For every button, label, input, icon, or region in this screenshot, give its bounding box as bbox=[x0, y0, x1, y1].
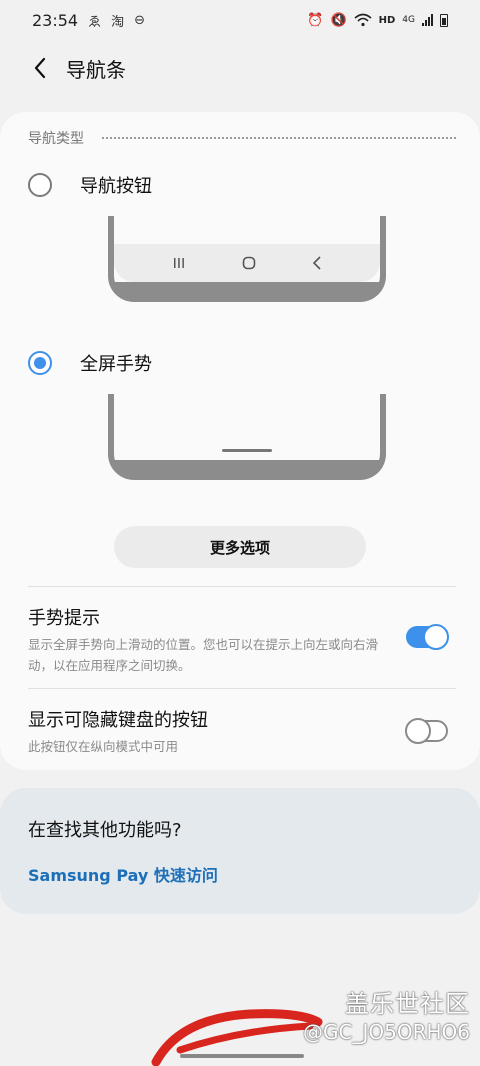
samsung-pay-quick-access-link[interactable]: Samsung Pay 快速访问 bbox=[28, 862, 218, 886]
page-title: 导航条 bbox=[66, 57, 126, 82]
radio-full-screen-gestures[interactable] bbox=[28, 351, 52, 375]
more-options-button[interactable]: 更多选项 bbox=[114, 526, 366, 568]
full-screen-gestures-preview[interactable] bbox=[108, 394, 386, 480]
keyboard-hide-button-toggle[interactable] bbox=[405, 718, 448, 744]
status-time: 23:54 bbox=[32, 10, 79, 30]
taobao-icon: 淘 bbox=[111, 14, 125, 30]
do-not-disturb-icon: ⊖ bbox=[134, 12, 146, 28]
watermark-username: @GC_JO5ORHO6 bbox=[303, 1020, 470, 1044]
section-label: 导航类型 bbox=[28, 131, 84, 147]
navigation-buttons-preview[interactable] bbox=[108, 216, 386, 302]
option-label-navigation-buttons: 导航按钮 bbox=[80, 176, 152, 197]
gesture-hint-bar bbox=[222, 449, 272, 452]
back-arrow-icon bbox=[34, 57, 46, 79]
setting-gesture-hint[interactable]: 手势提示 显示全屏手势向上滑动的位置。您也可以在提示上向左或向右滑动，以在应用程… bbox=[28, 604, 456, 676]
app-header: 导航条 bbox=[0, 44, 480, 92]
home-indicator[interactable] bbox=[180, 1054, 304, 1058]
wifi-icon bbox=[354, 13, 372, 27]
preview-nav-bar bbox=[114, 244, 380, 282]
signal-icon bbox=[422, 14, 433, 26]
setting-title-gesture-hint: 手势提示 bbox=[28, 608, 100, 629]
option-full-screen-gestures[interactable]: 全屏手势 bbox=[28, 350, 152, 376]
radio-navigation-buttons[interactable] bbox=[28, 173, 52, 197]
divider bbox=[28, 688, 456, 689]
divider bbox=[28, 586, 456, 587]
battery-icon bbox=[440, 13, 448, 27]
home-icon bbox=[242, 256, 256, 270]
back-nav-icon bbox=[312, 256, 321, 270]
setting-desc-keyboard-hide-button: 此按钮仅在纵向模式中可用 bbox=[28, 739, 179, 754]
section-divider bbox=[102, 137, 456, 139]
gesture-hint-toggle[interactable] bbox=[406, 624, 449, 650]
suggestion-question: 在查找其他功能吗? bbox=[28, 820, 182, 841]
option-navigation-buttons[interactable]: 导航按钮 bbox=[28, 172, 152, 198]
hd-indicator: HD bbox=[378, 14, 396, 26]
mute-icon: 🔇 bbox=[330, 12, 347, 28]
setting-keyboard-hide-button[interactable]: 显示可隐藏键盘的按钮 此按钮仅在纵向模式中可用 bbox=[28, 706, 456, 757]
recents-icon bbox=[174, 258, 184, 268]
option-label-full-screen-gestures: 全屏手势 bbox=[80, 354, 152, 375]
setting-desc-gesture-hint: 显示全屏手势向上滑动的位置。您也可以在提示上向左或向右滑动，以在应用程序之间切换… bbox=[28, 637, 379, 673]
back-button[interactable] bbox=[16, 44, 64, 92]
navigation-type-card: 导航类型 导航按钮 全屏手势 更多选项 手势提示 显示全屏手势向上滑动的位置。您… bbox=[0, 112, 480, 770]
status-bar: 23:54 ゑ 淘 ⊖ ⏰ 🔇 HD 4G bbox=[0, 0, 480, 40]
network-gen-indicator: 4G bbox=[402, 15, 415, 25]
section-header: 导航类型 bbox=[28, 128, 456, 148]
alarm-icon: ⏰ bbox=[307, 12, 324, 28]
notification-app-icon: ゑ bbox=[88, 14, 102, 30]
watermark-logo: 盖乐世社区 bbox=[345, 990, 470, 1018]
setting-title-keyboard-hide-button: 显示可隐藏键盘的按钮 bbox=[28, 710, 208, 731]
suggestion-card: 在查找其他功能吗? Samsung Pay 快速访问 bbox=[0, 788, 480, 914]
